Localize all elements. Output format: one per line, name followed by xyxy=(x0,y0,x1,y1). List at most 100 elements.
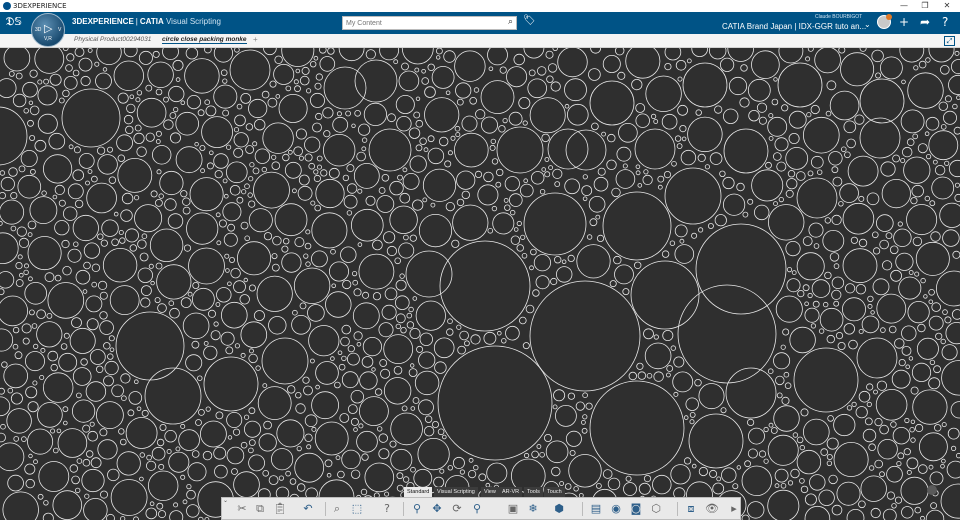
copy-icon[interactable]: ⧉ xyxy=(252,501,268,517)
packed-circle xyxy=(952,103,958,110)
chevron-down-icon[interactable]: ⌄ xyxy=(223,497,228,504)
fullscreen-icon[interactable]: ⤢ xyxy=(944,36,955,46)
render-icon[interactable]: ▤ xyxy=(588,501,604,517)
capture-icon[interactable]: ▣ xyxy=(505,501,521,517)
packed-circle xyxy=(653,371,664,382)
search-box[interactable]: ⌕ xyxy=(342,16,517,30)
packed-circle xyxy=(597,167,606,176)
packed-circle xyxy=(508,193,523,207)
packed-circle xyxy=(615,169,636,189)
packed-circle xyxy=(439,136,449,147)
close-button[interactable]: ✕ xyxy=(936,0,958,12)
packed-circle xyxy=(812,300,820,308)
cut-icon[interactable]: ✂ xyxy=(234,501,250,517)
section-view[interactable]: View xyxy=(481,487,499,497)
packed-circle xyxy=(521,253,528,259)
packed-circle xyxy=(862,428,877,443)
packed-circle xyxy=(403,234,409,241)
packed-circle xyxy=(770,427,778,434)
packed-circle xyxy=(263,232,273,241)
paste-icon[interactable]: 📋︎ xyxy=(272,501,288,517)
view-cube-icon[interactable]: ⬢ xyxy=(551,501,567,517)
packed-circle xyxy=(134,379,139,385)
section-touch[interactable]: Touch xyxy=(544,487,565,497)
tag-icon[interactable]: 🏷︎ xyxy=(523,15,536,26)
packed-circle xyxy=(309,358,315,364)
play-icon[interactable]: ▷ xyxy=(44,22,52,35)
search-icon[interactable]: ⌕ xyxy=(508,17,513,27)
packed-circle xyxy=(697,227,704,233)
packed-circle xyxy=(928,130,959,161)
minimize-button[interactable]: — xyxy=(893,0,915,12)
packed-circle xyxy=(855,283,867,295)
chevron-down-icon[interactable]: ⌄ xyxy=(864,20,871,29)
packed-circle xyxy=(644,342,672,370)
avatar[interactable] xyxy=(877,14,892,29)
packed-circle xyxy=(18,165,26,173)
packed-circle xyxy=(304,242,312,250)
packed-circle xyxy=(866,401,872,407)
packed-circle xyxy=(152,50,160,58)
packed-circle xyxy=(145,507,158,520)
snapshot-icon[interactable]: ⧈ xyxy=(683,501,699,517)
add-tab-button[interactable]: + xyxy=(253,35,258,44)
rotate-icon[interactable]: ⟳ xyxy=(449,501,465,517)
plus-icon[interactable]: + xyxy=(899,15,909,29)
pan-icon[interactable]: ✥ xyxy=(429,501,445,517)
section-standard[interactable]: Standard xyxy=(404,487,433,497)
packed-circle xyxy=(586,234,593,240)
packed-circle xyxy=(410,466,416,473)
section-ar-vr[interactable]: AR-VR xyxy=(499,487,523,497)
zoom-fit-icon[interactable]: ⚲ xyxy=(469,501,485,517)
visibility-icon[interactable]: 👁︎ xyxy=(704,501,720,517)
material-icon[interactable]: ◉ xyxy=(608,501,624,517)
packed-circle xyxy=(802,236,813,247)
undo-icon[interactable]: ↶ xyxy=(300,501,316,517)
packed-circle xyxy=(292,309,298,316)
packed-circle xyxy=(909,427,915,433)
3d-viewport[interactable] xyxy=(0,48,960,520)
maximize-button[interactable]: ❐ xyxy=(914,0,936,12)
viewport-scroll-handle[interactable] xyxy=(927,485,937,495)
packed-circle xyxy=(262,122,294,154)
ds-logo-icon[interactable]: 𝔇𝕊 xyxy=(6,15,22,29)
camera-icon[interactable]: ◙ xyxy=(628,501,644,517)
tab-circle-close-packing[interactable]: circle close packing monke xyxy=(162,36,247,44)
packed-circle xyxy=(767,368,774,375)
search-input[interactable] xyxy=(346,18,496,29)
packed-circle xyxy=(810,104,820,115)
packed-circle xyxy=(274,55,283,64)
packed-circle xyxy=(860,475,887,502)
section-tools[interactable]: Tools xyxy=(524,487,543,497)
zoom-area-icon[interactable]: ⌕ xyxy=(329,501,345,517)
packed-circle xyxy=(740,64,748,72)
compass-widget[interactable]: 3D ▷ V V,R xyxy=(31,13,65,47)
packed-circle xyxy=(948,74,960,95)
select-icon[interactable]: ⬚ xyxy=(349,501,365,517)
tenant-label[interactable]: CATIA Brand Japan | IDX-GGR tuto an... xyxy=(722,22,866,31)
packed-circle xyxy=(340,336,350,347)
help-icon[interactable]: ? xyxy=(942,15,948,29)
packed-circle xyxy=(568,454,602,488)
zoom-icon[interactable]: ⚲ xyxy=(409,501,425,517)
chevron-right-icon[interactable]: ▸ xyxy=(726,501,742,517)
packed-circle xyxy=(218,219,227,228)
packed-circle xyxy=(554,181,561,188)
packed-circle xyxy=(346,210,353,216)
packed-circle xyxy=(295,68,301,74)
section-visual-scripting[interactable]: Visual Scripting xyxy=(434,487,478,497)
sections-icon[interactable]: ❄ xyxy=(525,501,541,517)
packed-circle xyxy=(159,423,167,431)
packed-circle xyxy=(596,234,605,242)
share-icon[interactable]: ➦ xyxy=(920,15,930,29)
packed-circle xyxy=(461,190,470,200)
packed-circle xyxy=(663,171,672,179)
tab-physical-product[interactable]: Physical Product00294031 xyxy=(74,36,151,43)
help-icon[interactable]: ? xyxy=(379,501,395,517)
packed-circle xyxy=(683,457,692,465)
packed-circle xyxy=(956,95,960,100)
packed-circle xyxy=(202,450,213,461)
packed-circle xyxy=(802,284,810,292)
display-icon[interactable]: ⬡ xyxy=(648,501,664,517)
packed-circle xyxy=(140,285,152,297)
